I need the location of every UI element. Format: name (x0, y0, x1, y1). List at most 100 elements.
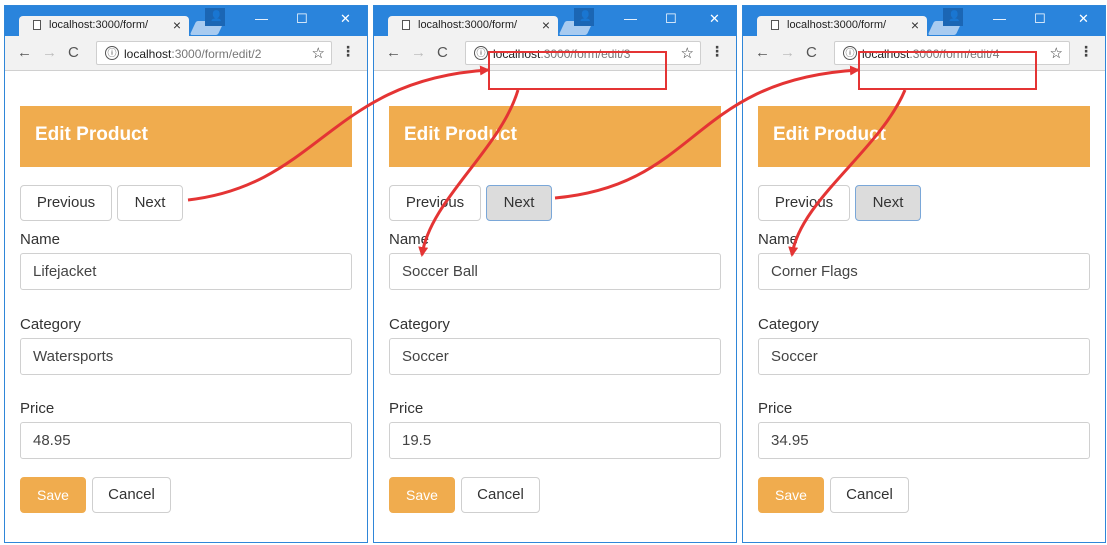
back-icon[interactable]: ← (755, 45, 770, 61)
price-field[interactable]: 34.95 (758, 422, 1090, 459)
close-icon[interactable]: ✕ (340, 12, 351, 26)
page-icon (402, 20, 410, 30)
browser-tab[interactable]: localhost:3000/form/ × (388, 16, 558, 36)
browser-window-1: localhost:3000/form/ × 👤 — ☐ ✕ ← → C ⓘ l… (4, 5, 368, 543)
cancel-button[interactable]: Cancel (830, 477, 909, 513)
user-icon: 👤 (948, 11, 961, 22)
category-label: Category (758, 316, 819, 333)
name-label: Name (389, 231, 430, 248)
forward-icon[interactable]: → (780, 45, 795, 61)
name-field[interactable]: Corner Flags (758, 253, 1090, 290)
browser-tab[interactable]: localhost:3000/form/ × (19, 16, 189, 36)
name-value: Lifejacket (33, 263, 97, 280)
title-bar: localhost:3000/form/ × 👤 — ☐ ✕ (743, 6, 1105, 36)
bookmark-star-icon[interactable]: ☆ (1050, 44, 1063, 62)
price-label: Price (758, 400, 793, 417)
page-icon (771, 20, 779, 30)
next-button[interactable]: Next (486, 185, 552, 221)
profile-button[interactable]: 👤 (205, 8, 225, 26)
maximize-icon[interactable]: ☐ (296, 12, 308, 26)
category-field[interactable]: Watersports (20, 338, 352, 375)
price-field[interactable]: 19.5 (389, 422, 721, 459)
reload-icon[interactable]: C (68, 45, 79, 61)
browser-tab[interactable]: localhost:3000/form/ × (757, 16, 927, 36)
category-value: Watersports (33, 348, 114, 365)
name-field[interactable]: Soccer Ball (389, 253, 721, 290)
info-icon[interactable]: ⓘ (105, 46, 119, 60)
page-header: Edit Product (758, 106, 1090, 167)
minimize-icon[interactable]: — (624, 12, 637, 26)
reload-icon[interactable]: C (806, 45, 817, 61)
profile-button[interactable]: 👤 (943, 8, 963, 26)
menu-icon[interactable]: ⋮ (341, 43, 355, 60)
menu-icon[interactable]: ⋮ (710, 43, 724, 60)
forward-icon[interactable]: → (42, 45, 57, 61)
category-value: Soccer (402, 348, 449, 365)
name-label: Name (20, 231, 61, 248)
save-button[interactable]: Save (389, 477, 455, 513)
url-highlight-box (488, 51, 667, 90)
reload-icon[interactable]: C (437, 45, 448, 61)
url-highlight-box (858, 51, 1037, 90)
minimize-icon[interactable]: — (993, 12, 1006, 26)
next-button[interactable]: Next (855, 185, 921, 221)
user-icon: 👤 (210, 11, 223, 22)
price-value: 48.95 (33, 432, 71, 449)
info-icon[interactable]: ⓘ (843, 46, 857, 60)
category-value: Soccer (771, 348, 818, 365)
previous-button[interactable]: Previous (20, 185, 112, 221)
close-icon[interactable]: ✕ (1078, 12, 1089, 26)
address-bar[interactable]: ⓘ localhost:3000/form/edit/2 ☆ (96, 41, 332, 65)
page-content: Edit Product Previous Next Name Lifejack… (5, 71, 367, 542)
previous-button[interactable]: Previous (758, 185, 850, 221)
page-header: Edit Product (389, 106, 721, 167)
page-title: Edit Product (35, 124, 148, 145)
tab-title: localhost:3000/form/ (418, 19, 518, 31)
user-icon: 👤 (579, 11, 592, 22)
maximize-icon[interactable]: ☐ (1034, 12, 1046, 26)
bookmark-star-icon[interactable]: ☆ (681, 44, 694, 62)
info-icon[interactable]: ⓘ (474, 46, 488, 60)
tab-title: localhost:3000/form/ (787, 19, 887, 31)
back-icon[interactable]: ← (386, 45, 401, 61)
cancel-button[interactable]: Cancel (461, 477, 540, 513)
category-field[interactable]: Soccer (758, 338, 1090, 375)
page-content: Edit Product Previous Next Name Soccer B… (374, 71, 736, 542)
tab-title: localhost:3000/form/ (49, 19, 149, 31)
name-field[interactable]: Lifejacket (20, 253, 352, 290)
price-label: Price (389, 400, 424, 417)
forward-icon[interactable]: → (411, 45, 426, 61)
next-button[interactable]: Next (117, 185, 183, 221)
title-bar: localhost:3000/form/ × 👤 — ☐ ✕ (5, 6, 367, 36)
price-value: 19.5 (402, 432, 432, 449)
name-value: Corner Flags (771, 263, 858, 280)
category-field[interactable]: Soccer (389, 338, 721, 375)
page-content: Edit Product Previous Next Name Corner F… (743, 71, 1105, 542)
category-label: Category (20, 316, 81, 333)
url-text: localhost:3000/form/edit/2 (124, 47, 261, 61)
cancel-button[interactable]: Cancel (92, 477, 171, 513)
save-button[interactable]: Save (758, 477, 824, 513)
bookmark-star-icon[interactable]: ☆ (312, 44, 325, 62)
tab-close-icon[interactable]: × (542, 17, 550, 33)
page-header: Edit Product (20, 106, 352, 167)
page-title: Edit Product (773, 124, 886, 145)
name-label: Name (758, 231, 799, 248)
save-button[interactable]: Save (20, 477, 86, 513)
tab-close-icon[interactable]: × (911, 17, 919, 33)
close-icon[interactable]: ✕ (709, 12, 720, 26)
title-bar: localhost:3000/form/ × 👤 — ☐ ✕ (374, 6, 736, 36)
price-label: Price (20, 400, 55, 417)
profile-button[interactable]: 👤 (574, 8, 594, 26)
maximize-icon[interactable]: ☐ (665, 12, 677, 26)
tab-close-icon[interactable]: × (173, 17, 181, 33)
category-label: Category (389, 316, 450, 333)
previous-button[interactable]: Previous (389, 185, 481, 221)
price-field[interactable]: 48.95 (20, 422, 352, 459)
menu-icon[interactable]: ⋮ (1079, 43, 1093, 60)
url-host: localhost (124, 47, 172, 61)
back-icon[interactable]: ← (17, 45, 32, 61)
minimize-icon[interactable]: — (255, 12, 268, 26)
price-value: 34.95 (771, 432, 809, 449)
page-title: Edit Product (404, 124, 517, 145)
